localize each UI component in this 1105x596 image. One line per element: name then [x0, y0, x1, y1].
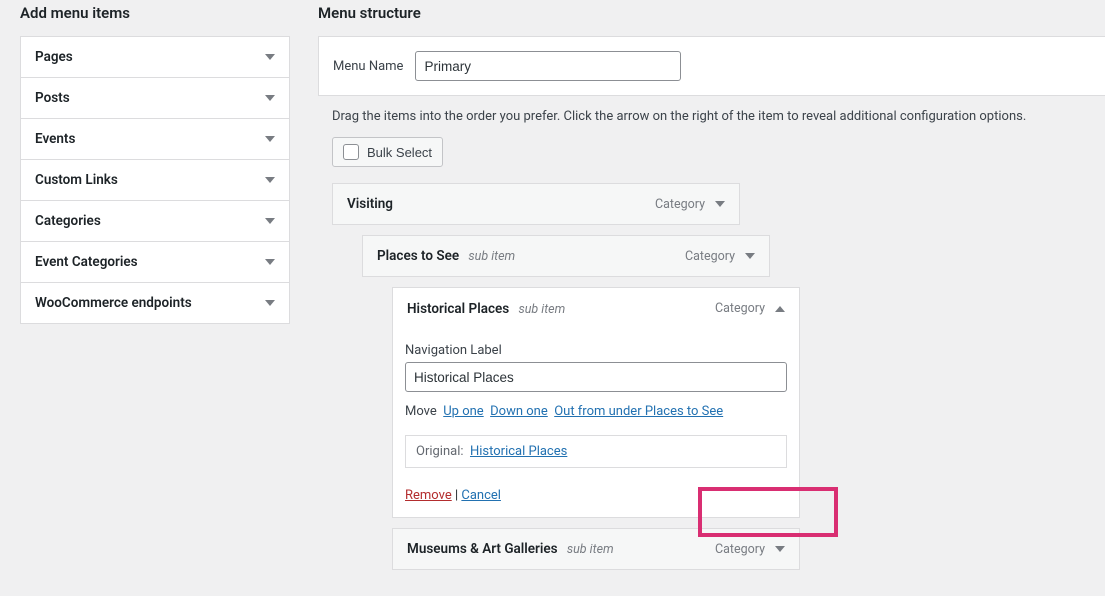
chevron-down-icon — [265, 300, 275, 306]
move-out-from-under-link[interactable]: Out from under Places to See — [554, 404, 723, 419]
menu-name-bar: Menu Name — [318, 36, 1105, 96]
chevron-down-icon — [265, 136, 275, 142]
menu-item-title: Visiting — [347, 196, 393, 212]
menu-item-type: Category — [685, 249, 735, 264]
menu-name-input[interactable] — [415, 51, 681, 81]
remove-link[interactable]: Remove — [405, 488, 452, 503]
menu-item-settings: Navigation Label Move Up one Down one Ou… — [392, 329, 800, 518]
move-up-one-link[interactable]: Up one — [443, 404, 483, 419]
move-row: Move Up one Down one Out from under Plac… — [405, 404, 787, 419]
bulk-select-label: Bulk Select — [367, 145, 432, 160]
chevron-up-icon[interactable] — [775, 306, 785, 312]
menu-item-type: Category — [715, 301, 765, 316]
menu-items-area: Visiting Category Places to See sub item… — [318, 183, 1105, 570]
checkbox-icon — [343, 144, 359, 160]
chevron-down-icon — [265, 95, 275, 101]
menu-item-title: Places to See — [377, 248, 459, 264]
menu-item-type: Category — [655, 197, 705, 212]
original-label: Original: — [416, 444, 464, 459]
move-down-one-link[interactable]: Down one — [490, 404, 548, 419]
item-actions: Remove | Cancel — [405, 488, 787, 503]
menu-item-historical-places[interactable]: Historical Places sub item Category — [392, 287, 800, 329]
menu-item-places-to-see[interactable]: Places to See sub item Category — [362, 235, 770, 277]
chevron-down-icon — [265, 218, 275, 224]
chevron-down-icon[interactable] — [745, 253, 755, 259]
chevron-down-icon — [265, 54, 275, 60]
move-label: Move — [405, 404, 437, 419]
chevron-down-icon[interactable] — [775, 546, 785, 552]
navigation-label-heading: Navigation Label — [405, 343, 787, 358]
accordion-categories[interactable]: Categories — [21, 201, 289, 242]
accordion-label: Custom Links — [35, 172, 118, 188]
chevron-down-icon — [265, 177, 275, 183]
menu-name-label: Menu Name — [333, 59, 403, 74]
accordion-label: Pages — [35, 49, 73, 65]
accordion-event-categories[interactable]: Event Categories — [21, 242, 289, 283]
menu-structure-heading: Menu structure — [318, 4, 1105, 22]
chevron-down-icon — [265, 259, 275, 265]
accordion-label: Posts — [35, 90, 70, 106]
accordion-pages[interactable]: Pages — [21, 37, 289, 78]
add-menu-items-heading: Add menu items — [20, 4, 290, 22]
instructions-text: Drag the items into the order you prefer… — [318, 96, 1105, 137]
original-box: Original: Historical Places — [405, 435, 787, 468]
chevron-down-icon[interactable] — [715, 201, 725, 207]
accordion-events[interactable]: Events — [21, 119, 289, 160]
navigation-label-input[interactable] — [405, 362, 787, 392]
accordion-woocommerce-endpoints[interactable]: WooCommerce endpoints — [21, 283, 289, 323]
accordion-label: Categories — [35, 213, 101, 229]
sub-item-label: sub item — [567, 542, 614, 557]
accordion-label: WooCommerce endpoints — [35, 295, 192, 311]
menu-item-visiting[interactable]: Visiting Category — [332, 183, 740, 225]
menu-item-title: Historical Places — [407, 301, 509, 317]
menu-item-museums[interactable]: Museums & Art Galleries sub item Categor… — [392, 528, 800, 570]
bulk-select-button[interactable]: Bulk Select — [332, 137, 443, 167]
accordion-label: Events — [35, 131, 75, 147]
menu-item-type: Category — [715, 542, 765, 557]
accordion-posts[interactable]: Posts — [21, 78, 289, 119]
accordion-label: Event Categories — [35, 254, 138, 270]
add-items-accordion: Pages Posts Events Custom Links Categori… — [20, 36, 290, 324]
accordion-custom-links[interactable]: Custom Links — [21, 160, 289, 201]
original-link[interactable]: Historical Places — [470, 444, 567, 459]
cancel-link[interactable]: Cancel — [461, 488, 501, 503]
menu-item-title: Museums & Art Galleries — [407, 541, 558, 557]
sub-item-label: sub item — [518, 302, 565, 317]
sub-item-label: sub item — [468, 249, 515, 264]
